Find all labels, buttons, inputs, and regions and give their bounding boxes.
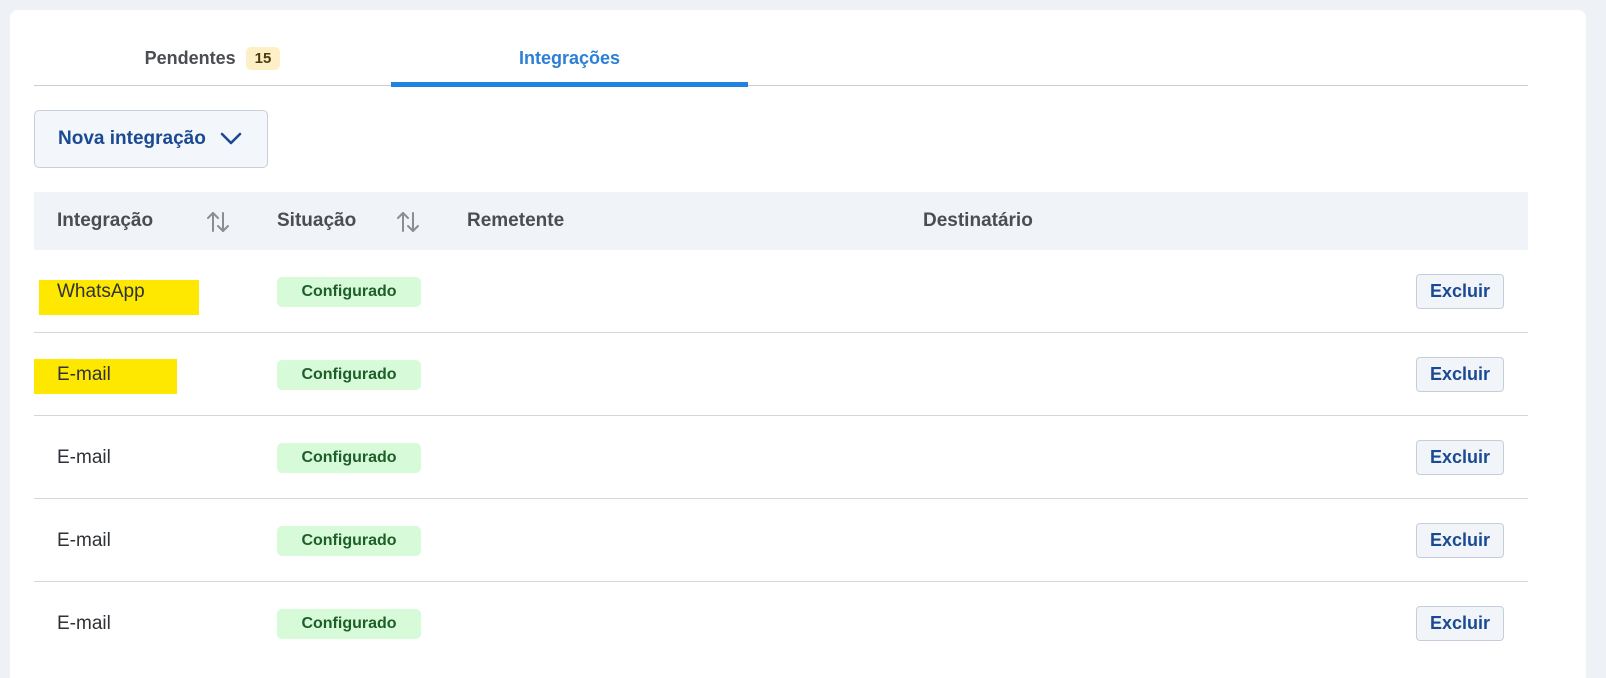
sort-situacao-icon[interactable] (396, 211, 420, 233)
status-badge: Configurado (277, 277, 421, 307)
sort-integracao-icon[interactable] (206, 211, 230, 233)
delete-button[interactable]: Excluir (1416, 440, 1504, 475)
integration-name: E-mail (57, 529, 111, 551)
status-badge: Configurado (277, 526, 421, 556)
status-badge: Configurado (277, 443, 421, 473)
delete-button[interactable]: Excluir (1416, 357, 1504, 392)
integrations-table: Integração Situação Remetente Destinatár… (34, 192, 1528, 665)
chevron-down-icon (220, 132, 242, 145)
header-destinatario: Destinatário (923, 210, 1033, 231)
tab-integracoes-label: Integrações (518, 47, 621, 68)
table-row: WhatsApp Configurado Excluir (34, 250, 1528, 333)
status-badge: Configurado (277, 360, 421, 390)
integration-name: E-mail (57, 363, 111, 385)
main-card: Pendentes 15 Integrações Nova integração… (10, 10, 1586, 678)
pending-count-badge: 15 (245, 46, 281, 70)
header-remetente: Remetente (467, 210, 565, 231)
tab-bar: Pendentes 15 Integrações (34, 30, 1528, 87)
header-situacao: Situação (277, 210, 357, 231)
table-row: E-mail Configurado Excluir (34, 582, 1528, 665)
header-integracao: Integração (57, 210, 154, 231)
delete-button[interactable]: Excluir (1416, 523, 1504, 558)
integration-name: E-mail (57, 446, 111, 468)
integration-name: E-mail (57, 612, 111, 634)
table-row: E-mail Configurado Excluir (34, 499, 1528, 582)
integration-name: WhatsApp (57, 280, 145, 302)
tab-pendentes[interactable]: Pendentes 15 (34, 30, 391, 86)
delete-button[interactable]: Excluir (1416, 274, 1504, 309)
new-integration-button[interactable]: Nova integração (34, 110, 268, 168)
status-badge: Configurado (277, 609, 421, 639)
delete-button[interactable]: Excluir (1416, 606, 1504, 641)
new-integration-label: Nova integração (58, 128, 206, 149)
table-row: E-mail Configurado Excluir (34, 333, 1528, 416)
table-header: Integração Situação Remetente Destinatár… (34, 192, 1528, 250)
table-row: E-mail Configurado Excluir (34, 416, 1528, 499)
tab-pendentes-label: Pendentes (144, 47, 236, 68)
tab-integracoes[interactable]: Integrações (391, 30, 748, 87)
